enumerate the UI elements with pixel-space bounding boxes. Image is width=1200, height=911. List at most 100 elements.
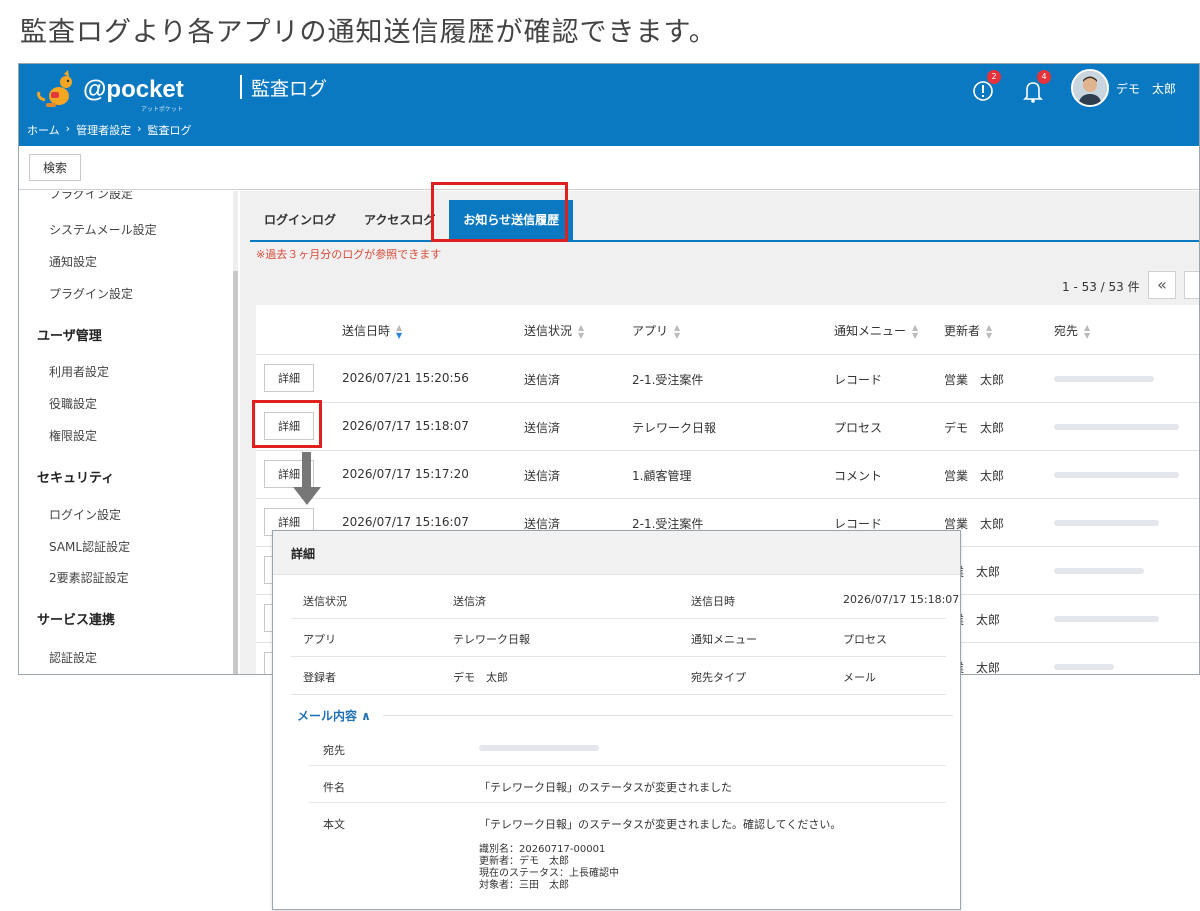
cell-menu: コメント bbox=[834, 469, 883, 483]
sidebar-heading-user-management: ユーザ管理 bbox=[37, 329, 102, 344]
pager-prev-button[interactable] bbox=[1184, 271, 1199, 299]
cell-updater: 営業 太郎 bbox=[944, 373, 1005, 387]
mail-body-line: 識別名：20260717-00001 bbox=[479, 844, 606, 855]
sort-icon[interactable]: ▲ ▼ bbox=[912, 323, 918, 340]
pager-first-button[interactable]: « bbox=[1148, 271, 1176, 299]
breadcrumb-home[interactable]: ホーム bbox=[27, 122, 60, 138]
user-photo-icon bbox=[1073, 71, 1107, 105]
field-label-app: アプリ bbox=[303, 633, 336, 646]
tab-highlight-box bbox=[431, 182, 568, 242]
mail-body-line: 現在のステータス：上長確認中 bbox=[479, 868, 619, 879]
cell-menu: レコード bbox=[834, 373, 883, 387]
cell-app: テレワーク日報 bbox=[632, 421, 717, 435]
cell-app: 1.顧客管理 bbox=[632, 469, 692, 483]
table-row: 詳細 2026/07/17 15:17:20 送信済 1.顧客管理 コメント 営… bbox=[256, 451, 1199, 499]
column-header-updater[interactable]: 更新者 ▲ ▼ bbox=[944, 322, 992, 340]
logo[interactable]: @pocket アットポケット bbox=[37, 70, 237, 113]
column-header-app[interactable]: アプリ ▲ ▼ bbox=[632, 322, 680, 340]
mail-body-lines: 識別名：20260717-00001 更新者：デモ 太郎 現在のステータス：上長… bbox=[479, 844, 619, 892]
sidebar-item-auth-settings[interactable]: 認証設定 bbox=[49, 649, 97, 666]
pager-count: 1 - 53 / 53 件 bbox=[1062, 280, 1140, 294]
cell-recipient-blurred bbox=[1054, 616, 1159, 622]
column-header-status[interactable]: 送信状況 ▲ ▼ bbox=[524, 322, 584, 340]
table-row: 詳細 2026/07/21 15:20:56 送信済 2-1.受注案件 レコード… bbox=[256, 355, 1199, 403]
mail-row-recipient: 宛先 bbox=[309, 730, 946, 766]
field-value-app: テレワーク日報 bbox=[453, 633, 530, 646]
sidebar-heading-security: セキュリティ bbox=[37, 471, 115, 486]
field-value-recipient-type: メール bbox=[843, 671, 876, 684]
mail-label-body: 本文 bbox=[323, 818, 345, 831]
cell-datetime: 2026/07/17 15:16:07 bbox=[342, 515, 469, 529]
cell-app: 2-1.受注案件 bbox=[632, 373, 704, 387]
detail-button[interactable]: 詳細 bbox=[264, 364, 314, 392]
modal-field-row: アプリ テレワーク日報 通知メニュー プロセス bbox=[291, 619, 946, 657]
field-value-sent-at: 2026/07/17 15:18:07 bbox=[843, 593, 960, 606]
sidebar-scrollbar-thumb[interactable] bbox=[233, 271, 238, 674]
detail-modal: 詳細 送信状況 送信済 送信日時 2026/07/17 15:18:07 アプリ… bbox=[272, 530, 961, 910]
sort-icon[interactable]: ▲ ▼ bbox=[986, 323, 992, 340]
logo-text: @pocket bbox=[83, 76, 184, 103]
sidebar-item-users[interactable]: 利用者設定 bbox=[49, 363, 109, 380]
field-label-status: 送信状況 bbox=[303, 595, 347, 608]
sidebar-item-system-mail[interactable]: システムメール設定 bbox=[49, 221, 157, 238]
cell-datetime: 2026/07/21 15:20:56 bbox=[342, 371, 469, 385]
field-label-menu: 通知メニュー bbox=[691, 633, 757, 646]
bell-notification-button[interactable]: 4 bbox=[1019, 70, 1051, 106]
sort-icon[interactable]: ▲ ▼ bbox=[1084, 323, 1090, 340]
cell-datetime: 2026/07/17 15:18:07 bbox=[342, 419, 469, 433]
sort-icon[interactable]: ▲ ▼ bbox=[578, 323, 584, 340]
cell-recipient-blurred bbox=[1054, 520, 1159, 526]
sidebar-item-plugin-settings[interactable]: プラグイン設定 bbox=[49, 191, 133, 202]
detail-button-highlight-box bbox=[252, 400, 322, 448]
field-label-recipient-type: 宛先タイプ bbox=[691, 671, 746, 684]
breadcrumb-admin-settings[interactable]: 管理者設定 bbox=[76, 122, 131, 138]
column-header-recipient[interactable]: 宛先 ▲ ▼ bbox=[1054, 322, 1090, 340]
cell-updater: デモ 太郎 bbox=[944, 421, 1005, 435]
modal-header: 詳細 bbox=[273, 531, 960, 575]
modal-field-row: 送信状況 送信済 送信日時 2026/07/17 15:18:07 bbox=[291, 581, 959, 619]
cell-datetime: 2026/07/17 15:17:20 bbox=[342, 467, 469, 481]
tab-underline bbox=[250, 240, 1199, 242]
bell-badge: 4 bbox=[1037, 70, 1051, 84]
cell-updater: 営業 太郎 bbox=[944, 469, 1005, 483]
mail-label-subject: 件名 bbox=[323, 781, 345, 794]
breadcrumb-separator: › bbox=[137, 122, 142, 135]
search-button[interactable]: 検索 bbox=[29, 154, 81, 181]
mail-body-line: 対象者：三田 太郎 bbox=[479, 880, 569, 891]
table-header: 送信日時 ▲ ▼ 送信状況 ▲ ▼ アプリ ▲ ▼ 通知メニュー ▲ ▼ 更新者 ▲ ▼ 宛先 ▲ ▼ bbox=[256, 305, 1199, 355]
sidebar-item-positions[interactable]: 役職設定 bbox=[49, 395, 97, 412]
logo-subtitle: アットポケット bbox=[141, 106, 184, 113]
cell-status: 送信済 bbox=[524, 469, 561, 483]
sort-icon[interactable]: ▲ ▼ bbox=[396, 323, 402, 340]
tab-login-log[interactable]: ログインログ bbox=[250, 200, 350, 240]
sidebar-heading-service-integration: サービス連携 bbox=[37, 613, 116, 628]
sidebar-item-notification[interactable]: 通知設定 bbox=[49, 253, 97, 270]
column-header-datetime[interactable]: 送信日時 ▲ ▼ bbox=[342, 322, 402, 340]
cell-recipient-blurred bbox=[1054, 424, 1179, 430]
sidebar-item-2fa[interactable]: 2要素認証設定 bbox=[49, 569, 129, 586]
sidebar-item-permissions[interactable]: 権限設定 bbox=[49, 427, 97, 444]
sidebar-item-saml[interactable]: SAML認証設定 bbox=[49, 538, 130, 555]
user-name[interactable]: デモ 太郎 bbox=[1116, 80, 1176, 97]
avatar[interactable] bbox=[1071, 69, 1109, 107]
mail-value-subject: 「テレワーク日報」のステータスが変更されました bbox=[479, 781, 732, 794]
retention-notice: ※過去３ヶ月分のログが参照できます bbox=[256, 248, 442, 261]
mail-row-body: 本文 「テレワーク日報」のステータスが変更されました。確認してください。 bbox=[309, 804, 946, 840]
field-label-registrant: 登録者 bbox=[303, 671, 336, 684]
table-row: 詳細 2026/07/17 15:18:07 送信済 テレワーク日報 プロセス … bbox=[256, 403, 1199, 451]
sort-icon[interactable]: ▲ ▼ bbox=[674, 323, 680, 340]
modal-field-row: 登録者 デモ 太郎 宛先タイプ メール bbox=[291, 657, 946, 695]
mail-label-recipient: 宛先 bbox=[323, 744, 345, 757]
field-value-status: 送信済 bbox=[453, 595, 486, 608]
mail-recipient-blurred bbox=[479, 745, 599, 751]
mail-section-toggle[interactable]: メール内容 ∧ bbox=[297, 707, 371, 724]
breadcrumb: ホーム › 管理者設定 › 監査ログ bbox=[27, 122, 191, 138]
modal-title: 詳細 bbox=[291, 547, 316, 561]
cell-status: 送信済 bbox=[524, 373, 561, 387]
info-notification-button[interactable]: 2 bbox=[969, 70, 1001, 106]
column-header-menu[interactable]: 通知メニュー ▲ ▼ bbox=[834, 322, 918, 340]
field-value-menu: プロセス bbox=[843, 633, 887, 646]
arrow-shaft bbox=[302, 452, 311, 488]
sidebar-item-plugin[interactable]: プラグイン設定 bbox=[49, 285, 133, 302]
sidebar-item-login-settings[interactable]: ログイン設定 bbox=[49, 506, 121, 523]
